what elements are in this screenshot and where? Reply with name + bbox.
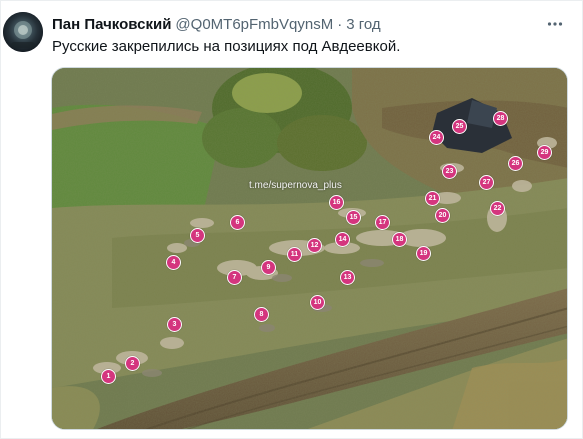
tweet-card[interactable]: Пан Пачковский @Q0MT6pFmbVqynsM · 3 год … — [0, 0, 583, 439]
marker-10: 10 — [310, 295, 325, 310]
timestamp[interactable]: 3 год — [346, 15, 380, 35]
marker-4: 4 — [166, 255, 181, 270]
tweet-text: Русские закрепились на позициях под Авде… — [52, 38, 401, 55]
more-options-button[interactable] — [542, 11, 568, 37]
marker-19: 19 — [416, 246, 431, 261]
tweet-header: Пан Пачковский @Q0MT6pFmbVqynsM · 3 год — [52, 15, 381, 35]
marker-22: 22 — [490, 201, 505, 216]
marker-9: 9 — [261, 260, 276, 275]
marker-5: 5 — [190, 228, 205, 243]
marker-17: 17 — [375, 215, 390, 230]
marker-3: 3 — [167, 317, 182, 332]
marker-1: 1 — [101, 369, 116, 384]
marker-24: 24 — [429, 130, 444, 145]
separator-dot: · — [337, 16, 343, 33]
more-dots-icon — [547, 22, 563, 26]
marker-26: 26 — [508, 156, 523, 171]
marker-12: 12 — [307, 238, 322, 253]
avatar[interactable] — [3, 12, 43, 52]
marker-16: 16 — [329, 195, 344, 210]
user-handle[interactable]: @Q0MT6pFmbVqynsM — [175, 15, 333, 35]
marker-18: 18 — [392, 232, 407, 247]
marker-21: 21 — [425, 191, 440, 206]
marker-14: 14 — [335, 232, 350, 247]
marker-8: 8 — [254, 307, 269, 322]
watermark-text: t.me/supernova_plus — [249, 180, 342, 191]
marker-25: 25 — [452, 119, 467, 134]
marker-27: 27 — [479, 175, 494, 190]
marker-20: 20 — [435, 208, 450, 223]
marker-2: 2 — [125, 356, 140, 371]
marker-29: 29 — [537, 145, 552, 160]
marker-11: 11 — [287, 247, 302, 262]
tweet-media-image[interactable]: t.me/supernova_plus 1 2 3 4 5 6 7 8 9 10 11 12 13 14 1… — [51, 67, 568, 430]
marker-7: 7 — [227, 270, 242, 285]
display-name[interactable]: Пан Пачковский — [52, 15, 171, 35]
marker-13: 13 — [340, 270, 355, 285]
marker-23: 23 — [442, 164, 457, 179]
marker-28: 28 — [493, 111, 508, 126]
marker-15: 15 — [346, 210, 361, 225]
marker-6: 6 — [230, 215, 245, 230]
